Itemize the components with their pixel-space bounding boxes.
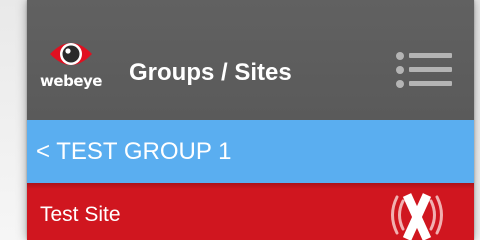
group-label: < TEST GROUP 1 [36, 138, 232, 165]
app-header: webeye Groups / Sites [27, 0, 474, 120]
app-window: webeye Groups / Sites < TEST GROUP 1 Tes… [27, 0, 474, 240]
page-title: Groups / Sites [129, 59, 292, 86]
eye-icon [50, 43, 92, 65]
offline-x-icon [387, 193, 447, 240]
webeye-logo: webeye [39, 38, 103, 94]
screen-background: webeye Groups / Sites < TEST GROUP 1 Tes… [0, 0, 480, 240]
list-item-site[interactable]: Test Site [27, 183, 474, 240]
menu-button[interactable] [395, 50, 455, 90]
site-name: Test Site [40, 203, 121, 226]
hamburger-list-icon [396, 52, 452, 88]
group-back-button[interactable]: < TEST GROUP 1 [27, 120, 474, 183]
logo-text: webeye [40, 72, 102, 90]
